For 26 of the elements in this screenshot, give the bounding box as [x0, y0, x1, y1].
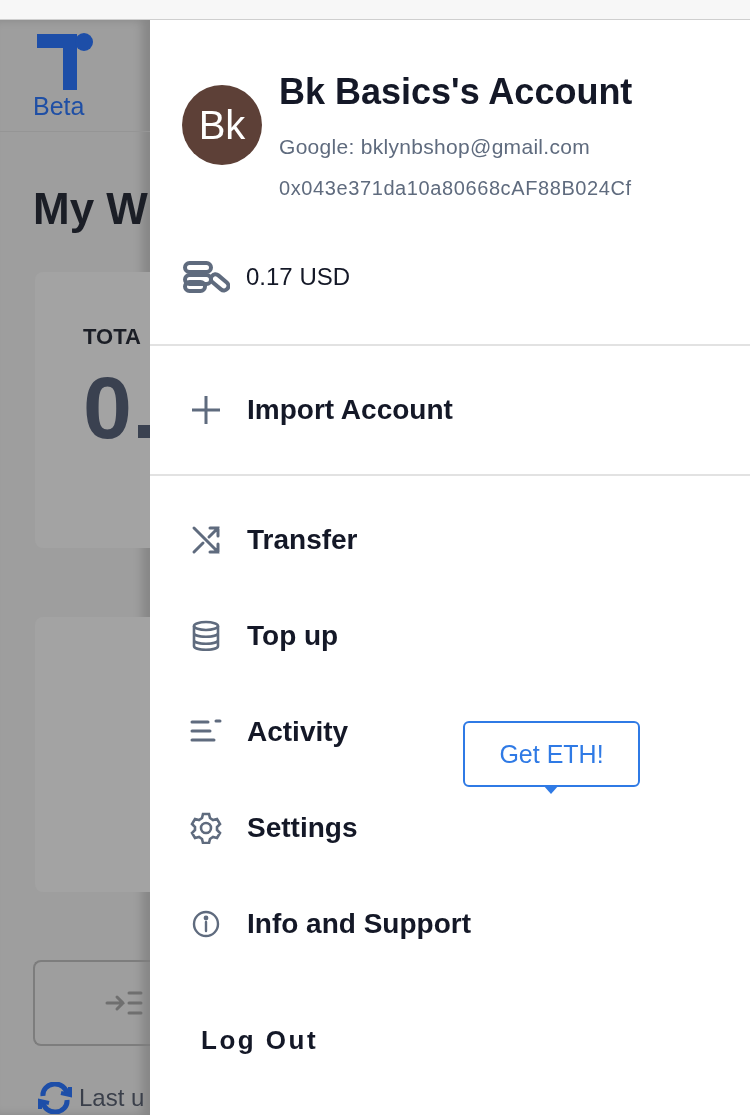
shuffle-icon: [190, 524, 222, 556]
balance-amount: 0.17 USD: [246, 263, 351, 291]
menu-item[interactable]: Top up: [150, 588, 347, 684]
logout-button[interactable]: Log Out: [201, 1010, 319, 1070]
tooltip-pointer-icon: [543, 785, 559, 794]
wallet-address: 0x043e371da10a80668cAF88B024Cf: [279, 176, 633, 201]
logo-label: Beta: [33, 92, 85, 120]
sync-icon: [37, 1082, 73, 1114]
info-icon: [190, 908, 222, 940]
menu-item[interactable]: Settings: [150, 780, 366, 876]
avatar: Bk: [182, 85, 262, 165]
account-title: Bk Basics's Account: [279, 70, 634, 114]
last-updated-text: Last u: [79, 1084, 145, 1112]
tooltip[interactable]: Get ETH!: [463, 721, 640, 787]
coins-icon: [182, 260, 230, 294]
card-label: TOTA: [83, 324, 142, 350]
plus-icon: [190, 394, 222, 426]
menu-item[interactable]: Info and Support: [150, 876, 479, 972]
database-icon: [190, 620, 222, 652]
menu-item[interactable]: Transfer: [150, 492, 366, 588]
settings-icon: [190, 812, 222, 844]
account-email: Google: bklynbshop@gmail.com: [279, 134, 592, 160]
page-title: My W: [33, 184, 149, 234]
menu-item[interactable]: Activity: [150, 684, 357, 780]
import-account-item[interactable]: Import Account: [150, 346, 750, 474]
indent-icon: [105, 990, 143, 1016]
